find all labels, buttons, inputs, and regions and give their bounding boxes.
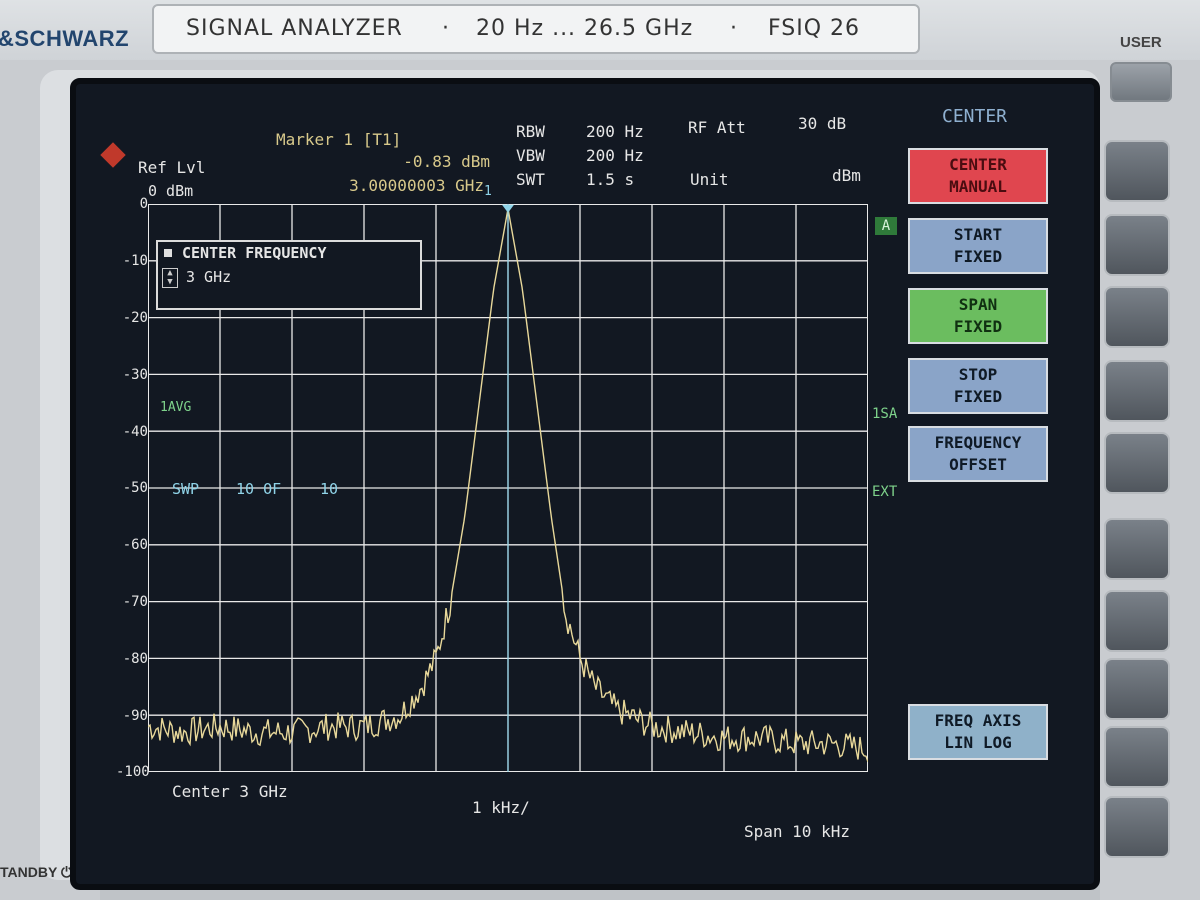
- rf-att-value: 30 dB: [798, 114, 847, 133]
- softkey-line2: FIXED: [953, 317, 1003, 336]
- center-frequency-footer: Center 3 GHz: [172, 782, 288, 801]
- y-tick-label: -40: [122, 424, 148, 440]
- y-tick-label: -20: [122, 310, 148, 326]
- vbw-value: 200 Hz: [586, 146, 644, 165]
- y-tick-label: -10: [122, 253, 148, 269]
- softkey-line2: FIXED: [953, 247, 1003, 266]
- softkey-stop-fixed[interactable]: STOP FIXED: [908, 358, 1048, 414]
- softkey-line1: START: [953, 225, 1003, 244]
- swt-value: 1.5 s: [586, 170, 635, 189]
- y-tick-label: -70: [122, 594, 148, 610]
- softkey-line1: SPAN: [958, 295, 998, 314]
- rbw-label: RBW: [516, 122, 545, 141]
- y-tick-label: -90: [122, 708, 148, 724]
- marker-1-triangle: [502, 204, 514, 213]
- hardkey-9[interactable]: [1104, 726, 1170, 788]
- softkey-line1: FREQUENCY: [934, 433, 1022, 452]
- sweep-total: 10: [320, 480, 339, 498]
- unit-value: dBm: [832, 166, 861, 185]
- y-tick-label: 0: [139, 196, 148, 212]
- hardkey-10[interactable]: [1104, 796, 1170, 858]
- title-sep-2: ·: [730, 16, 738, 41]
- swt-label: SWT: [516, 170, 545, 189]
- rs-logo-icon: [100, 142, 126, 168]
- rf-att-label: RF Att: [688, 118, 746, 137]
- sweep-label: SWP: [172, 480, 200, 498]
- marker-number-label: 1: [484, 184, 492, 199]
- title-sep-1: ·: [442, 16, 450, 41]
- y-tick-label: -50: [122, 480, 148, 496]
- user-key-label: USER: [1120, 34, 1162, 51]
- hardkey-2[interactable]: [1104, 214, 1170, 276]
- unit-label: Unit: [690, 170, 729, 189]
- vbw-label: VBW: [516, 146, 545, 165]
- hardkey-4[interactable]: [1104, 360, 1170, 422]
- ref-level-label: Ref Lvl: [138, 158, 206, 177]
- updown-arrows-icon[interactable]: ▲ ▼: [162, 268, 178, 288]
- ext-indicator: EXT: [872, 484, 898, 500]
- softkey-line1: CENTER: [949, 155, 1007, 174]
- y-tick-label: -100: [116, 764, 150, 780]
- softkey-frequency-offset[interactable]: FREQUENCY OFFSET: [908, 426, 1048, 482]
- avg-indicator: 1AVG: [160, 400, 192, 415]
- title-model-number: FSIQ 26: [768, 16, 861, 41]
- y-tick-label: -30: [122, 367, 148, 383]
- softkey-freq-axis[interactable]: FREQ AXIS LIN LOG: [908, 704, 1048, 760]
- hardkey-6[interactable]: [1104, 518, 1170, 580]
- box-marker-icon: [164, 249, 172, 257]
- softkey-line2: LIN LOG: [944, 733, 1012, 752]
- softkey-line2: MANUAL: [949, 177, 1007, 196]
- softkey-line1: STOP: [958, 365, 998, 384]
- center-frequency-value: 3 GHz: [186, 268, 232, 286]
- standby-text: TANDBY: [0, 864, 58, 880]
- standby-label: TANDBY ⏻: [0, 864, 72, 881]
- trace-a-indicator: A: [875, 217, 897, 235]
- softkey-start-fixed[interactable]: START FIXED: [908, 218, 1048, 274]
- y-tick-label: -60: [122, 537, 148, 553]
- marker-level: -0.83 dBm: [403, 152, 490, 171]
- hardkey-5[interactable]: [1104, 432, 1170, 494]
- title-model: SIGNAL ANALYZER: [186, 16, 403, 41]
- marker-label: Marker 1 [T1]: [276, 130, 402, 149]
- analyzer-screen: Ref Lvl 0 dBm Marker 1 [T1] -0.83 dBm 3.…: [70, 78, 1100, 890]
- user-button[interactable]: [1108, 60, 1174, 104]
- softkey-line2: OFFSET: [949, 455, 1007, 474]
- hardkey-3[interactable]: [1104, 286, 1170, 348]
- hardkey-8[interactable]: [1104, 658, 1170, 720]
- softkey-line1: FREQ AXIS: [934, 711, 1022, 730]
- division-footer: 1 kHz/: [472, 798, 530, 817]
- marker-frequency: 3.00000003 GHz: [349, 176, 484, 195]
- hardkey-7[interactable]: [1104, 590, 1170, 652]
- instrument-title-plate: SIGNAL ANALYZER · 20 Hz ... 26.5 GHz · F…: [152, 4, 920, 54]
- center-frequency-box[interactable]: CENTER FREQUENCY ▲ ▼ 3 GHz: [156, 240, 422, 310]
- brand-logo-text: &SCHWARZ: [0, 26, 130, 51]
- sweep-count: 10 OF: [236, 480, 282, 498]
- span-footer: Span 10 kHz: [744, 822, 850, 841]
- y-tick-label: -80: [122, 651, 148, 667]
- menu-title: CENTER: [942, 106, 1008, 127]
- hardkey-1[interactable]: [1104, 140, 1170, 202]
- sa-indicator: 1SA: [872, 406, 898, 422]
- softkey-span-fixed[interactable]: SPAN FIXED: [908, 288, 1048, 344]
- softkey-center-manual[interactable]: CENTER MANUAL: [908, 148, 1048, 204]
- center-frequency-title: CENTER FREQUENCY: [182, 244, 327, 262]
- softkey-line2: FIXED: [953, 387, 1003, 406]
- title-range: 20 Hz ... 26.5 GHz: [476, 16, 694, 41]
- ref-level-value: 0 dBm: [148, 182, 194, 200]
- rbw-value: 200 Hz: [586, 122, 644, 141]
